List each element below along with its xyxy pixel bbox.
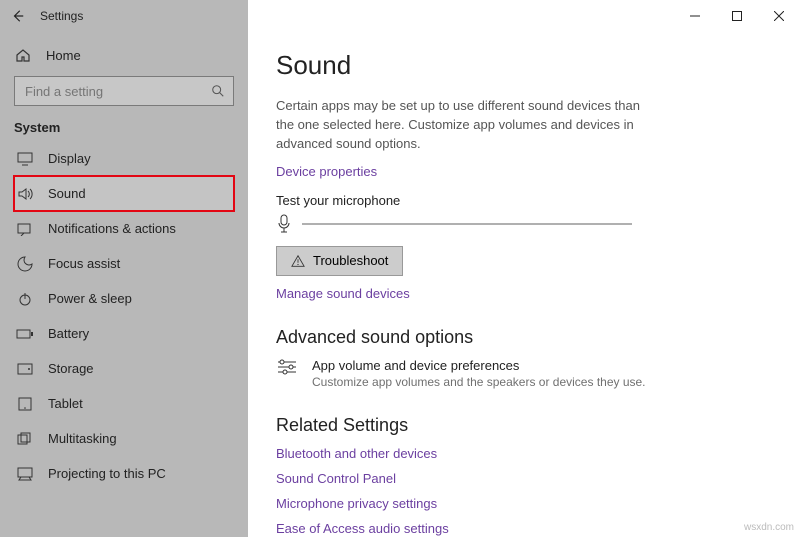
arrow-left-icon: [11, 9, 25, 23]
back-button[interactable]: [0, 0, 36, 32]
test-mic-label: Test your microphone: [276, 193, 772, 208]
storage-icon: [16, 363, 34, 375]
warning-icon: [291, 254, 305, 268]
troubleshoot-button[interactable]: Troubleshoot: [276, 246, 403, 276]
power-icon: [16, 291, 34, 307]
sidebar-item-power-sleep[interactable]: Power & sleep: [14, 281, 234, 316]
sidebar-item-label: Power & sleep: [48, 291, 132, 306]
advanced-item-sub: Customize app volumes and the speakers o…: [312, 375, 646, 389]
sidebar-item-label: Notifications & actions: [48, 221, 176, 236]
tablet-icon: [16, 397, 34, 411]
titlebar: Settings: [0, 0, 800, 32]
multitasking-icon: [16, 432, 34, 446]
troubleshoot-label: Troubleshoot: [313, 253, 388, 268]
sidebar-item-label: Sound: [48, 186, 86, 201]
mic-level-bar: [302, 223, 632, 225]
related-link-ease-of-access[interactable]: Ease of Access audio settings: [276, 521, 772, 536]
search-box[interactable]: [14, 76, 234, 106]
mic-level-row: [276, 214, 772, 234]
page-title: Sound: [276, 50, 772, 81]
sidebar-item-sound[interactable]: Sound: [14, 176, 234, 211]
sidebar-item-battery[interactable]: Battery: [14, 316, 234, 351]
focus-assist-icon: [16, 256, 34, 272]
app-volume-prefs-item[interactable]: App volume and device preferences Custom…: [276, 358, 772, 389]
home-icon: [14, 47, 32, 63]
display-icon: [16, 152, 34, 166]
projecting-icon: [16, 467, 34, 481]
related-link-sound-control-panel[interactable]: Sound Control Panel: [276, 471, 772, 486]
sidebar-section-label: System: [14, 120, 234, 135]
search-input[interactable]: [23, 83, 193, 100]
app-body: Home System Display Sound Notifications …: [0, 32, 800, 537]
minimize-icon: [690, 11, 700, 21]
sidebar-item-label: Tablet: [48, 396, 83, 411]
battery-icon: [16, 328, 34, 340]
microphone-icon: [276, 214, 292, 234]
page-description: Certain apps may be set up to use differ…: [276, 97, 646, 154]
advanced-item-title: App volume and device preferences: [312, 358, 646, 373]
sidebar: Home System Display Sound Notifications …: [0, 32, 248, 537]
device-properties-link[interactable]: Device properties: [276, 164, 377, 179]
close-icon: [774, 11, 784, 21]
app-title: Settings: [40, 9, 83, 23]
home-label: Home: [46, 48, 81, 63]
sidebar-item-notifications[interactable]: Notifications & actions: [14, 211, 234, 246]
sidebar-item-label: Battery: [48, 326, 89, 341]
sliders-icon: [276, 358, 298, 376]
related-links: Bluetooth and other devices Sound Contro…: [276, 446, 772, 536]
related-link-microphone-privacy[interactable]: Microphone privacy settings: [276, 496, 772, 511]
manage-sound-devices-link[interactable]: Manage sound devices: [276, 286, 410, 301]
sidebar-item-label: Storage: [48, 361, 94, 376]
minimize-button[interactable]: [674, 0, 716, 32]
close-button[interactable]: [758, 0, 800, 32]
search-icon: [211, 84, 225, 98]
related-link-bluetooth[interactable]: Bluetooth and other devices: [276, 446, 772, 461]
sidebar-item-label: Focus assist: [48, 256, 120, 271]
notifications-icon: [16, 222, 34, 236]
sound-icon: [16, 187, 34, 201]
titlebar-left: Settings: [0, 0, 248, 32]
sidebar-item-focus-assist[interactable]: Focus assist: [14, 246, 234, 281]
maximize-button[interactable]: [716, 0, 758, 32]
sidebar-item-projecting[interactable]: Projecting to this PC: [14, 456, 234, 491]
watermark: wsxdn.com: [744, 522, 794, 533]
sidebar-item-storage[interactable]: Storage: [14, 351, 234, 386]
maximize-icon: [732, 11, 742, 21]
sidebar-item-label: Display: [48, 151, 91, 166]
sidebar-item-label: Projecting to this PC: [48, 466, 166, 481]
sidebar-item-display[interactable]: Display: [14, 141, 234, 176]
content-area: Sound Certain apps may be set up to use …: [248, 32, 800, 537]
advanced-heading: Advanced sound options: [276, 327, 772, 348]
sidebar-item-multitasking[interactable]: Multitasking: [14, 421, 234, 456]
home-button[interactable]: Home: [14, 38, 234, 72]
sidebar-item-label: Multitasking: [48, 431, 117, 446]
window-controls: [248, 0, 800, 32]
sidebar-item-tablet[interactable]: Tablet: [14, 386, 234, 421]
related-heading: Related Settings: [276, 415, 772, 436]
